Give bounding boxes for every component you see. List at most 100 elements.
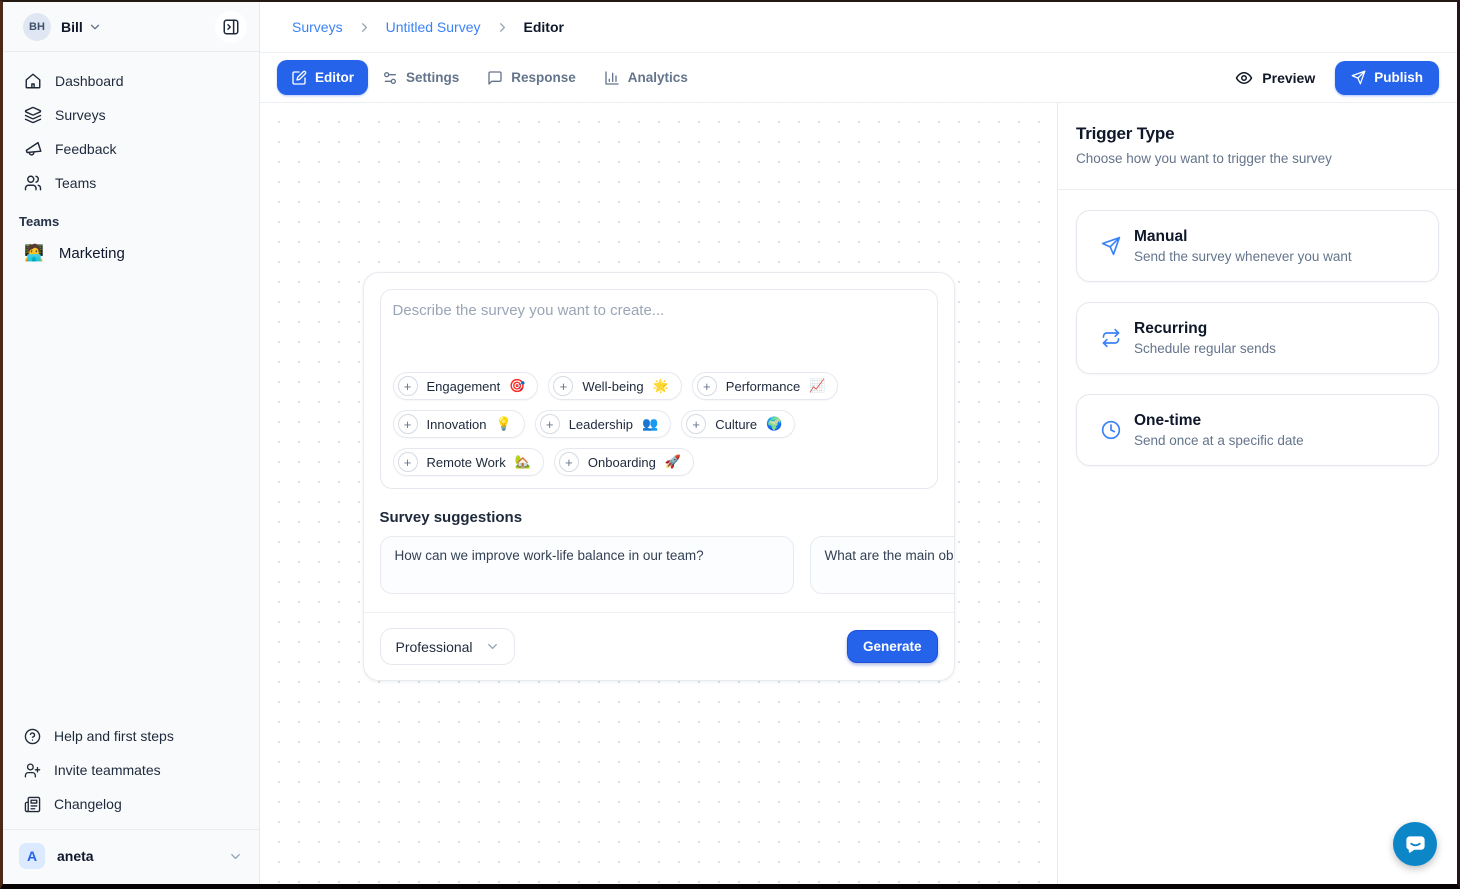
sidebar-item-label: Surveys xyxy=(55,107,106,123)
send-icon xyxy=(1351,70,1366,85)
eye-icon xyxy=(1235,69,1253,87)
sidebar-item-marketing[interactable]: 🧑‍💻 Marketing xyxy=(3,235,259,271)
user-plus-icon xyxy=(24,762,41,779)
publish-button[interactable]: Publish xyxy=(1335,61,1439,95)
trigger-option-recurring[interactable]: Recurring Schedule regular sends xyxy=(1076,302,1439,374)
trigger-options-list: Manual Send the survey whenever you want… xyxy=(1058,190,1457,486)
option-description: Send the survey whenever you want xyxy=(1134,249,1352,264)
preview-button[interactable]: Preview xyxy=(1235,69,1315,87)
trigger-panel-header: Trigger Type Choose how you want to trig… xyxy=(1058,103,1457,190)
suggestions-row: How can we improve work-life balance in … xyxy=(364,536,954,612)
sidebar-item-teams[interactable]: Teams xyxy=(11,166,251,200)
house-emoji-icon: 🏡 xyxy=(515,454,531,470)
trigger-type-panel: Trigger Type Choose how you want to trig… xyxy=(1057,103,1457,884)
teams-section-label: Teams xyxy=(3,200,259,235)
tab-analytics[interactable]: Analytics xyxy=(590,60,702,95)
suggestion-card[interactable]: What are the main ob xyxy=(810,536,954,594)
plus-icon: + xyxy=(553,376,573,396)
tab-settings[interactable]: Settings xyxy=(368,60,473,95)
suggestion-card[interactable]: How can we improve work-life balance in … xyxy=(380,536,794,594)
editor-canvas[interactable]: +Engagement🎯 +Well-being🌟 +Performance📈 … xyxy=(260,103,1057,884)
sidebar-item-label: Help and first steps xyxy=(54,728,174,744)
bulb-emoji-icon: 💡 xyxy=(496,416,512,432)
bar-chart-icon xyxy=(604,70,620,86)
breadcrumb: Surveys Untitled Survey Editor xyxy=(260,2,1457,53)
topic-chip-remote-work[interactable]: +Remote Work🏡 xyxy=(393,448,544,476)
option-title: Manual xyxy=(1134,228,1352,246)
rocket-emoji-icon: 🚀 xyxy=(665,454,681,470)
megaphone-icon xyxy=(24,140,42,158)
chart-emoji-icon: 📈 xyxy=(809,378,825,394)
breadcrumb-surveys[interactable]: Surveys xyxy=(292,19,343,35)
users-icon xyxy=(24,174,42,192)
target-emoji-icon: 🎯 xyxy=(509,378,525,394)
topic-chip-leadership[interactable]: +Leadership👥 xyxy=(535,410,672,438)
chip-label: Leadership xyxy=(569,417,633,432)
app-window: BH Bill Dashboard Surv xyxy=(0,0,1460,889)
chip-label: Performance xyxy=(726,379,800,394)
topic-chips: +Engagement🎯 +Well-being🌟 +Performance📈 … xyxy=(393,364,925,476)
technologist-emoji-icon: 🧑‍💻 xyxy=(24,243,44,263)
chip-label: Culture xyxy=(715,417,757,432)
sliders-icon xyxy=(382,70,398,86)
globe-emoji-icon: 🌍 xyxy=(766,416,782,432)
topic-chip-engagement[interactable]: + Engagement 🎯 xyxy=(393,372,539,400)
chevron-right-icon xyxy=(495,20,510,35)
tone-value: Professional xyxy=(396,639,473,655)
workspace-avatar: BH xyxy=(23,13,51,41)
topic-chip-well-being[interactable]: +Well-being🌟 xyxy=(548,372,681,400)
chip-label: Engagement xyxy=(427,379,501,394)
breadcrumb-untitled-survey[interactable]: Untitled Survey xyxy=(386,19,481,35)
chip-label: Remote Work xyxy=(427,455,506,470)
sidebar-item-feedback[interactable]: Feedback xyxy=(11,132,251,166)
account-menu[interactable]: A aneta xyxy=(11,840,251,872)
chat-support-button[interactable] xyxy=(1393,822,1437,866)
panel-subtitle: Choose how you want to trigger the surve… xyxy=(1076,151,1439,166)
topic-chip-culture[interactable]: +Culture🌍 xyxy=(681,410,795,438)
option-title: One-time xyxy=(1134,412,1304,430)
sidebar-item-label: Feedback xyxy=(55,141,116,157)
survey-description-input[interactable] xyxy=(393,302,925,364)
collapse-sidebar-button[interactable] xyxy=(215,11,247,43)
tab-label: Analytics xyxy=(628,70,688,85)
plus-icon: + xyxy=(697,376,717,396)
workspace-switcher[interactable]: BH Bill xyxy=(3,2,259,52)
topic-chip-performance[interactable]: + Performance 📈 xyxy=(692,372,839,400)
account-name: aneta xyxy=(57,848,94,864)
chip-label: Innovation xyxy=(427,417,487,432)
main-area: Surveys Untitled Survey Editor Editor xyxy=(260,2,1457,884)
sidebar-item-invite[interactable]: Invite teammates xyxy=(11,753,251,787)
send-icon xyxy=(1101,236,1121,256)
plus-icon: + xyxy=(559,452,579,472)
sidebar-item-changelog[interactable]: Changelog xyxy=(11,787,251,821)
newspaper-icon xyxy=(24,796,41,813)
generate-button[interactable]: Generate xyxy=(847,630,938,663)
chat-bubble-icon xyxy=(1404,833,1427,856)
sidebar-nav: Dashboard Surveys Feedback Teams xyxy=(3,52,259,200)
sidebar-item-dashboard[interactable]: Dashboard xyxy=(11,64,251,98)
tab-label: Response xyxy=(511,70,576,85)
repeat-icon xyxy=(1101,328,1121,348)
breadcrumb-editor: Editor xyxy=(524,19,564,35)
tab-editor[interactable]: Editor xyxy=(277,60,368,95)
tab-label: Editor xyxy=(315,70,354,85)
plus-icon: + xyxy=(398,376,418,396)
trigger-option-one-time[interactable]: One-time Send once at a specific date xyxy=(1076,394,1439,466)
trigger-option-manual[interactable]: Manual Send the survey whenever you want xyxy=(1076,210,1439,282)
people-emoji-icon: 👥 xyxy=(642,416,658,432)
survey-composer-card: +Engagement🎯 +Well-being🌟 +Performance📈 … xyxy=(363,272,955,681)
sidebar-item-label: Dashboard xyxy=(55,73,124,89)
sidebar-item-surveys[interactable]: Surveys xyxy=(11,98,251,132)
topic-chip-onboarding[interactable]: + Onboarding 🚀 xyxy=(554,448,694,476)
topic-chip-innovation[interactable]: +Innovation💡 xyxy=(393,410,525,438)
sidebar-item-help[interactable]: Help and first steps xyxy=(11,719,251,753)
preview-label: Preview xyxy=(1262,70,1315,86)
tone-select[interactable]: Professional xyxy=(380,628,515,665)
sidebar: BH Bill Dashboard Surv xyxy=(3,2,260,884)
team-name: Marketing xyxy=(59,245,125,262)
chip-label: Onboarding xyxy=(588,455,656,470)
sidebar-item-label: Teams xyxy=(55,175,96,191)
sidebar-footer: Help and first steps Invite teammates Ch… xyxy=(3,713,259,821)
tab-response[interactable]: Response xyxy=(473,60,590,95)
help-circle-icon xyxy=(24,728,41,745)
